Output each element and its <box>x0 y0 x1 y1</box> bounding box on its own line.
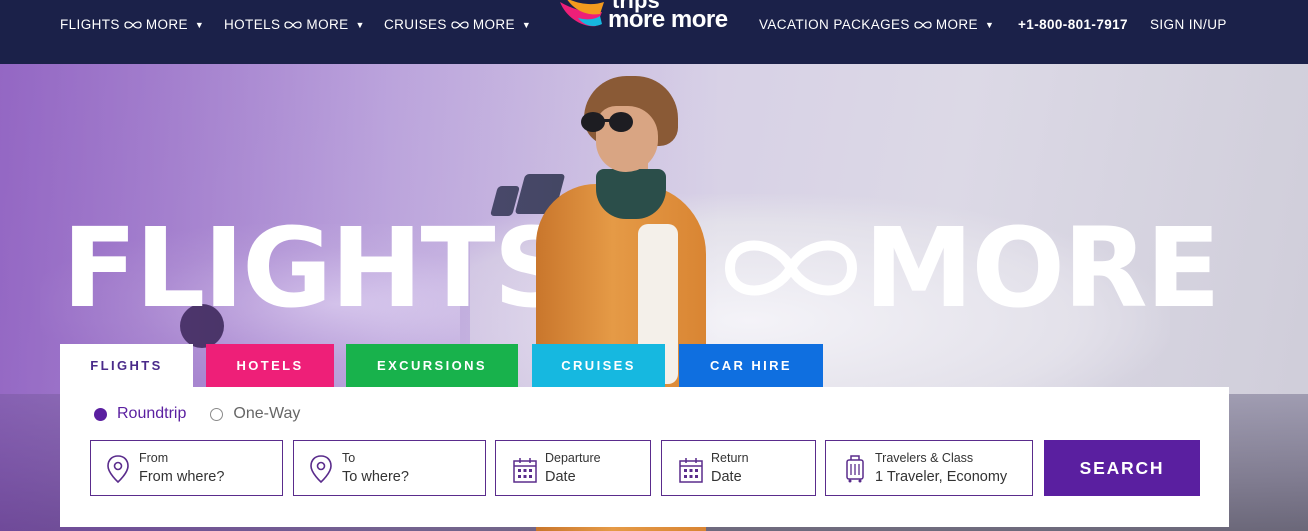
trip-type-selector: Roundtrip One-Way <box>94 405 300 423</box>
infinity-icon <box>451 20 469 29</box>
top-navigation-bar: FLIGHTS MORE ▼ HOTELS MORE ▼ CRUISES MOR… <box>0 0 1308 64</box>
calendar-icon <box>679 458 703 483</box>
return-label: Return <box>711 451 749 465</box>
nav-hotels-more[interactable]: HOTELS MORE ▼ <box>224 17 365 32</box>
tab-hotels[interactable]: HOTELS <box>206 344 334 387</box>
caret-down-icon: ▼ <box>521 19 532 30</box>
one-way-radio[interactable] <box>210 407 224 421</box>
sunglasses <box>581 112 633 132</box>
from-label: From <box>139 451 169 465</box>
travelers-value: 1 Traveler, Economy <box>875 469 1008 485</box>
from-field[interactable]: From From where? <box>90 440 283 496</box>
nav-vacation-packages[interactable]: VACATION PACKAGES MORE ▼ <box>759 17 994 32</box>
luggage-icon <box>846 455 864 483</box>
to-value: To where? <box>342 469 409 485</box>
tab-flights[interactable]: FLIGHTS <box>60 344 193 387</box>
infinity-icon <box>914 20 932 29</box>
calendar-icon <box>513 458 537 483</box>
flight-search-panel: Roundtrip One-Way From From where? To To… <box>60 387 1229 527</box>
nav-flights-more[interactable]: FLIGHTS MORE ▼ <box>60 17 204 32</box>
departure-label: Departure <box>545 451 601 465</box>
to-label: To <box>342 451 356 465</box>
roundtrip-radio[interactable] <box>94 407 107 421</box>
tab-excursions[interactable]: EXCURSIONS <box>346 344 518 387</box>
sign-in-link[interactable]: SIGN IN/UP <box>1150 17 1227 32</box>
caret-down-icon: ▼ <box>194 19 205 30</box>
nav-flights-label: FLIGHTS <box>60 17 120 32</box>
infinity-icon <box>124 20 142 29</box>
hero-banner: FLIGHTS MORE FLIGHTS HOTELS EXCURSIONS C… <box>0 64 1308 531</box>
travelers-class-field[interactable]: Travelers & Class 1 Traveler, Economy <box>825 440 1033 496</box>
departure-field[interactable]: Departure Date <box>495 440 651 496</box>
search-button[interactable]: SEARCH <box>1044 440 1200 496</box>
nav-packages-suffix: MORE <box>935 17 978 32</box>
map-pin-icon <box>107 455 129 484</box>
nav-cruises-label: CRUISES <box>384 17 447 32</box>
map-pin-icon <box>310 455 332 484</box>
logo-text-line2[interactable]: more more <box>608 6 728 34</box>
departure-value: Date <box>545 469 576 485</box>
to-field[interactable]: To To where? <box>293 440 486 496</box>
roundtrip-label[interactable]: Roundtrip <box>117 405 186 423</box>
nav-cruises-more[interactable]: CRUISES MORE ▼ <box>384 17 531 32</box>
return-field[interactable]: Return Date <box>661 440 816 496</box>
hero-infinity-icon <box>724 240 858 296</box>
nav-hotels-suffix: MORE <box>306 17 349 32</box>
hero-title-right: MORE <box>864 204 1221 332</box>
one-way-label[interactable]: One-Way <box>233 405 300 423</box>
hero-title-left: FLIGHTS <box>62 204 573 332</box>
nav-cruises-suffix: MORE <box>472 17 515 32</box>
tab-car-hire[interactable]: CAR HIRE <box>679 344 823 387</box>
scarf <box>596 169 666 219</box>
nav-packages-label: VACATION PACKAGES <box>759 17 910 32</box>
travelers-label: Travelers & Class <box>875 451 974 465</box>
nav-flights-suffix: MORE <box>145 17 188 32</box>
tab-cruises[interactable]: CRUISES <box>532 344 665 387</box>
phone-link[interactable]: +1-800-801-7917 <box>1018 17 1128 32</box>
infinity-icon <box>284 20 303 29</box>
from-value: From where? <box>139 469 225 485</box>
caret-down-icon: ▼ <box>355 19 365 30</box>
return-value: Date <box>711 469 742 485</box>
caret-down-icon: ▼ <box>984 19 995 30</box>
nav-hotels-label: HOTELS <box>224 17 281 32</box>
